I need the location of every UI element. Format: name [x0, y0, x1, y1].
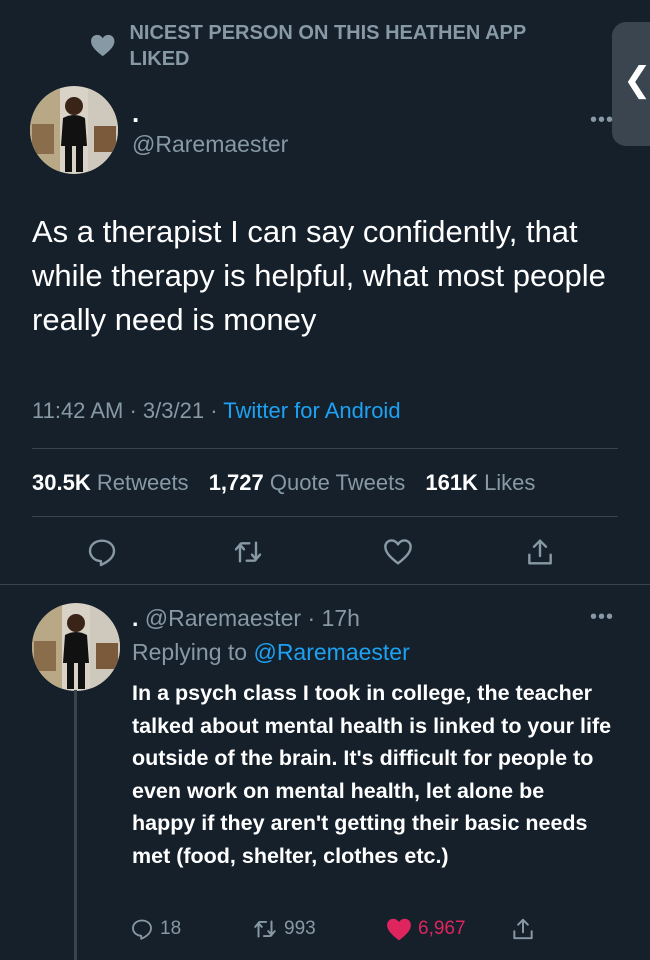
reply-text: In a psych class I took in college, the …	[132, 681, 612, 868]
reply-author[interactable]: . @Raremaester · 17h	[132, 603, 360, 633]
mention-link[interactable]: @Raremaester	[253, 639, 409, 665]
likes-stat[interactable]: 161K Likes	[425, 470, 535, 495]
more-horizontal-icon[interactable]: •••	[590, 110, 614, 130]
share-icon[interactable]	[524, 536, 556, 568]
retweet-count: 993	[284, 918, 316, 939]
retweet-icon[interactable]	[232, 536, 264, 568]
reply-icon[interactable]	[86, 536, 118, 568]
tweet-text: As a therapist I can say confidently, th…	[32, 214, 606, 337]
meta-separator: ·	[210, 398, 224, 423]
thread-line	[74, 690, 77, 960]
avatar[interactable]	[30, 86, 118, 174]
like-icon[interactable]	[382, 536, 414, 568]
twitter-screen: NICEST PERSON ON THIS HEATHEN APP liked …	[0, 0, 650, 960]
retweet-icon	[254, 920, 276, 938]
quotes-stat[interactable]: 1,727 Quote Tweets	[209, 470, 406, 495]
social-context: NICEST PERSON ON THIS HEATHEN APP liked	[90, 20, 550, 72]
reply-icon	[132, 919, 152, 940]
more-horizontal-icon[interactable]: •••	[590, 607, 614, 627]
reply-like-button[interactable]: 6,967	[386, 912, 466, 946]
avatar-image	[30, 86, 118, 174]
retweets-stat[interactable]: 30.5K Retweets	[32, 470, 189, 495]
reply-action-bar: 18 993 6,967	[130, 912, 610, 946]
liked-by-text[interactable]: NICEST PERSON ON THIS HEATHEN APP liked	[129, 20, 550, 72]
display-name[interactable]: .	[132, 100, 139, 126]
reply-share-button[interactable]	[510, 912, 536, 946]
like-count: 6,967	[418, 918, 466, 939]
share-icon	[513, 918, 533, 940]
user-handle[interactable]: @Raremaester	[132, 130, 288, 158]
divider	[32, 448, 618, 449]
reply-count: 18	[160, 918, 182, 939]
tweet-source[interactable]: Twitter for Android	[223, 398, 400, 423]
avatar-image	[32, 603, 120, 691]
tweet-date[interactable]: 3/3/21	[143, 398, 204, 423]
divider	[32, 516, 618, 517]
replying-to: Replying to @Raremaester	[132, 639, 410, 665]
heart-filled-icon	[387, 918, 411, 941]
avatar[interactable]	[32, 603, 120, 691]
heart-filled-icon	[91, 34, 115, 57]
divider	[0, 584, 650, 585]
reply-reply-button[interactable]: 18	[130, 912, 181, 946]
meta-separator: ·	[129, 398, 143, 423]
reply-retweet-button[interactable]: 993	[252, 912, 316, 946]
side-panel-toggle[interactable]: ❮	[612, 22, 650, 146]
chevron-left-icon: ❮	[623, 61, 650, 99]
reply-age[interactable]: 17h	[322, 605, 360, 631]
tweet-meta: 11:42 AM · 3/3/21 · Twitter for Android	[32, 396, 401, 426]
reply-handle[interactable]: @Raremaester	[145, 605, 301, 631]
tweet-stats: 30.5K Retweets 1,727 Quote Tweets 161K L…	[32, 468, 535, 498]
tweet-time: 11:42 AM	[32, 398, 124, 423]
